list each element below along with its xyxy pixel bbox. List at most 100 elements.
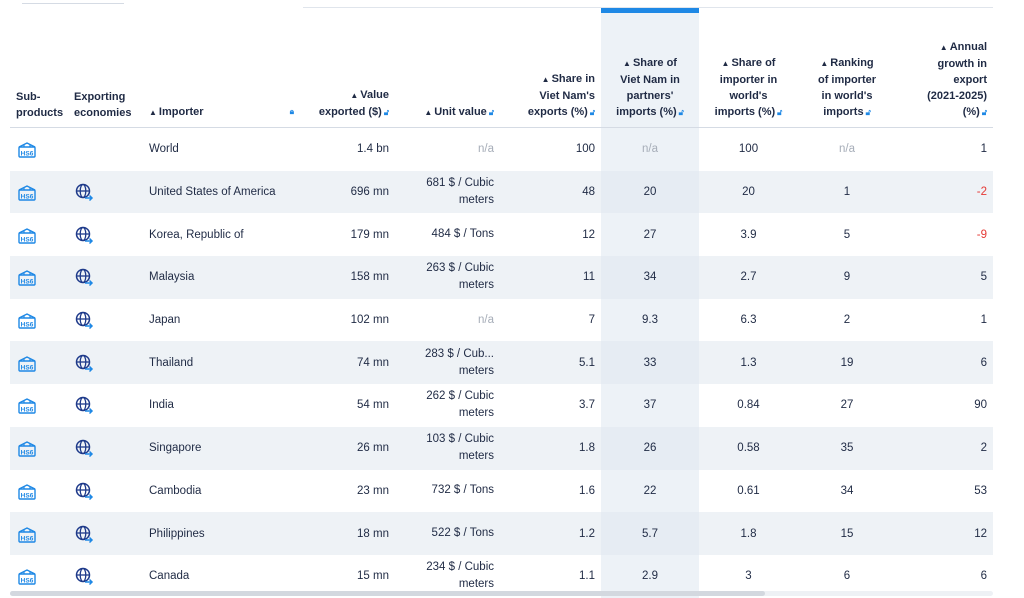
lock-icon[interactable]: 🔓︎ — [777, 108, 782, 117]
lock-icon[interactable]: 🔓︎ — [384, 108, 389, 117]
exporting-economies-cell[interactable] — [68, 170, 143, 214]
globe-arrow-icon[interactable] — [74, 226, 94, 244]
hs6-box-icon[interactable]: HS6 — [16, 526, 38, 543]
exporting-economies-cell[interactable] — [68, 384, 143, 427]
share-vn-cell: 100 — [575, 143, 595, 156]
value-cell: 54 mn — [357, 399, 389, 412]
share-world-cell: 20 — [699, 170, 798, 214]
globe-arrow-icon[interactable] — [74, 354, 94, 372]
table-row[interactable]: HS6 Japan 102 mn n/a 7 9.3 6.3 2 1 — [10, 298, 993, 342]
sort-icon[interactable]: ▲︎ — [350, 91, 358, 100]
exporting-economies-cell[interactable] — [68, 299, 143, 342]
col-exporting-economies: Exporting economies — [68, 13, 143, 128]
exporting-economies-cell[interactable] — [68, 341, 143, 385]
hs6-box-icon[interactable]: HS6 — [16, 270, 38, 287]
lock-icon[interactable]: 🔓︎ — [590, 108, 595, 117]
ranking-cell: 34 — [840, 484, 854, 497]
lock-icon[interactable]: 🔓︎ — [866, 108, 871, 117]
hs6-box-icon[interactable]: HS6 — [16, 484, 38, 500]
hs6-box-icon[interactable]: HS6 — [16, 142, 38, 159]
share-partner-cell: 9.3 — [601, 298, 699, 342]
globe-arrow-icon[interactable] — [74, 439, 94, 458]
table-row[interactable]: HS6 Singapore 26 mn 103 $ / Cubic meters 1.8 2… — [10, 426, 993, 470]
col-importer[interactable]: ▲︎ Importer 🔒︎ — [143, 13, 300, 128]
value-cell: 18 mn — [300, 512, 395, 555]
sort-icon[interactable]: ▲︎ — [623, 59, 631, 68]
hs6-box-icon[interactable]: HS6 — [16, 569, 38, 585]
col-unit-value[interactable]: ▲︎ Unit value 🔓︎ — [395, 13, 500, 128]
subproducts-cell[interactable]: HS6 — [10, 256, 68, 299]
hs6-box-icon[interactable]: HS6 — [16, 355, 38, 372]
share-world-cell: 6.3 — [740, 314, 757, 327]
sort-icon[interactable]: ▲︎ — [940, 43, 948, 52]
subproducts-cell[interactable]: HS6 — [10, 470, 68, 513]
table-row[interactable]: HS6 Malaysia 158 mn 263 $ / Cubic meters 11 34… — [10, 256, 993, 299]
share-partner-cell: 26 — [601, 426, 699, 470]
exporting-economies-cell[interactable] — [68, 213, 143, 256]
hs6-box-icon[interactable]: HS6 — [16, 441, 38, 457]
globe-arrow-icon[interactable] — [74, 311, 94, 330]
col-share-world-imports[interactable]: ▲︎ Share of importer in world's imports (… — [699, 13, 798, 128]
ranking-cell: 19 — [798, 341, 896, 385]
subproducts-cell[interactable]: HS6 — [10, 299, 68, 342]
col-ranking[interactable]: ▲︎ Ranking of importer in world's imports… — [798, 13, 896, 128]
horizontal-scrollbar-thumb[interactable] — [10, 591, 765, 596]
importer-cell: Korea, Republic of — [149, 228, 244, 241]
subproducts-cell[interactable]: HS6 — [10, 426, 68, 470]
lock-icon[interactable]: 🔓︎ — [489, 108, 494, 117]
subproducts-cell[interactable]: HS6 — [10, 512, 68, 555]
growth-cell: 12 — [896, 512, 993, 555]
subproducts-cell[interactable]: HS6 — [10, 384, 68, 427]
unit-value-cell: n/a — [478, 313, 494, 326]
svg-text:HS6: HS6 — [21, 151, 34, 158]
table-row[interactable]: HS6 Thailand 74 mn 283 $ / Cub... meters 5.1 3… — [10, 341, 993, 385]
sort-icon[interactable]: ▲︎ — [722, 59, 730, 68]
growth-cell: 5 — [896, 256, 993, 299]
share-world-cell: 0.58 — [699, 426, 798, 470]
subproducts-cell[interactable]: HS6 — [10, 128, 68, 171]
globe-arrow-icon[interactable] — [74, 269, 94, 287]
lock-icon[interactable]: 🔒︎ — [290, 104, 294, 120]
globe-arrow-icon[interactable] — [74, 482, 94, 500]
unit-value-cell: 283 $ / Cub... meters — [395, 341, 500, 385]
sort-icon[interactable]: ▲︎ — [820, 59, 828, 68]
table-row[interactable]: HS6 Philippines 18 mn 522 $ / Tons 1.2 5.7 1.8… — [10, 512, 993, 555]
col-share-viet-nam-exports[interactable]: ▲︎ Share in Viet Nam's exports (%) 🔓︎ — [500, 13, 601, 128]
exporting-economies-cell[interactable] — [68, 256, 143, 299]
subproducts-cell[interactable]: HS6 — [10, 213, 68, 256]
unit-value-cell: 484 $ / Tons — [431, 228, 494, 241]
ranking-cell: 27 — [840, 399, 854, 412]
table-row[interactable]: HS6 United States of America 696 mn 681 $ /… — [10, 170, 993, 214]
unit-value-cell: 263 $ / Cubic meters — [395, 256, 500, 299]
col-share-partners-imports[interactable]: ▲︎ Share of Viet Nam in partners' imports… — [601, 13, 699, 128]
hs6-box-icon[interactable]: HS6 — [16, 227, 38, 244]
lock-icon[interactable]: 🔓︎ — [982, 108, 987, 117]
hs6-box-icon[interactable]: HS6 — [16, 313, 38, 329]
col-value-exported[interactable]: ▲︎ Value exported ($) 🔓︎ — [300, 13, 395, 128]
globe-arrow-icon[interactable] — [74, 183, 94, 202]
exporting-economies-cell[interactable] — [68, 426, 143, 470]
value-cell: 696 mn — [300, 170, 395, 214]
exporting-economies-cell[interactable] — [68, 512, 143, 555]
table-row[interactable]: HS6 Korea, Republic of 179 mn 484 $ / Tons 1… — [10, 213, 993, 257]
hs6-box-icon[interactable]: HS6 — [16, 398, 38, 415]
ranking-cell: 9 — [798, 256, 896, 299]
col-annual-growth[interactable]: ▲︎ Annual growth in export (2021-2025) (%… — [896, 13, 993, 128]
lock-icon[interactable]: 🔓︎ — [679, 108, 684, 117]
exporting-economies-cell[interactable] — [68, 128, 143, 171]
table-row[interactable]: HS6 Cambodia 23 mn 732 $ / Tons 1.6 22 0.61 34 5… — [10, 469, 993, 513]
sort-icon[interactable]: ▲︎ — [149, 108, 157, 117]
globe-arrow-icon[interactable] — [74, 397, 94, 415]
sort-icon[interactable]: ▲︎ — [542, 75, 550, 84]
svg-text:HS6: HS6 — [21, 236, 34, 243]
globe-arrow-icon[interactable] — [74, 567, 94, 586]
subproducts-cell[interactable]: HS6 — [10, 341, 68, 385]
table-row[interactable]: HS6 World 1.4 bn n/a 100 n/a 100 n/a 1 — [10, 127, 993, 171]
globe-arrow-icon[interactable] — [74, 525, 94, 543]
table-row[interactable]: HS6 India 54 mn 262 $ / Cubic meters 3.7 37 0.8… — [10, 384, 993, 427]
hs6-box-icon[interactable]: HS6 — [16, 185, 38, 201]
table-body: HS6 World 1.4 bn n/a 100 n/a 100 n/a 1 HS6 United … — [10, 127, 993, 598]
subproducts-cell[interactable]: HS6 — [10, 170, 68, 214]
exporting-economies-cell[interactable] — [68, 470, 143, 513]
sort-icon[interactable]: ▲︎ — [424, 108, 432, 117]
